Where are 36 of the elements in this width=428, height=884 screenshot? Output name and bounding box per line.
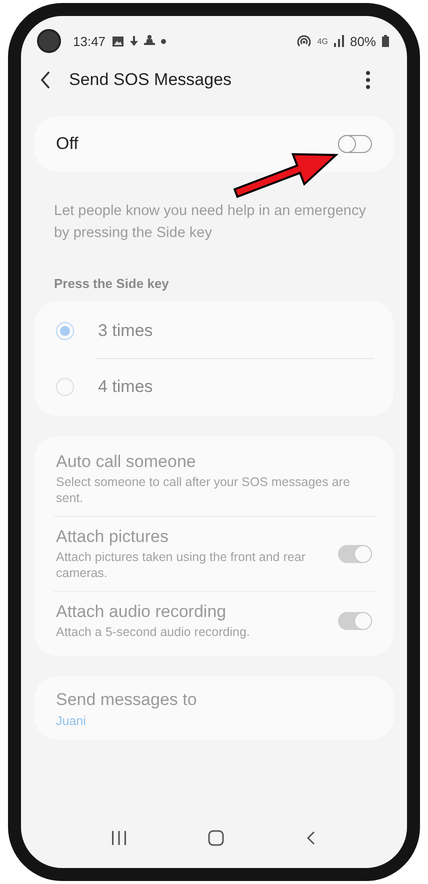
figure-icon [144, 35, 155, 47]
more-options-icon[interactable] [365, 70, 371, 90]
setting-title: Send messages to [56, 690, 198, 710]
toggle-switch[interactable] [338, 135, 372, 153]
page-title: Send SOS Messages [69, 70, 233, 90]
setting-description: Select someone to call after your SOS messages are sent. [56, 474, 351, 506]
status-time: 13:47 [73, 34, 106, 48]
setting-title[interactable]: Auto call someone [56, 452, 372, 472]
setting-title[interactable]: Attach pictures [56, 527, 326, 547]
section-heading: Press the Side key [53, 275, 170, 293]
toggle-switch[interactable] [338, 545, 372, 563]
option-label: 4 times [98, 376, 153, 396]
description-text: Let people know you need help in an emergency by pressing the Side key [54, 202, 367, 243]
master-switch-card[interactable]: Off [34, 116, 394, 172]
switch-label: Off [56, 134, 80, 154]
signal-icon [334, 35, 344, 47]
recipient-name: Juani [56, 714, 87, 728]
hotspot-icon [297, 34, 312, 48]
radio-button[interactable] [56, 322, 74, 340]
radio-button[interactable] [56, 378, 74, 396]
download-icon [130, 36, 138, 46]
recent-apps-icon[interactable] [111, 830, 128, 846]
battery-icon [382, 35, 389, 47]
back-icon[interactable] [304, 830, 317, 846]
recipients-card[interactable]: Send messages to Juani [34, 676, 394, 740]
setting-description: Attach pictures taken using the front and rear cameras. [56, 549, 306, 581]
option-label: 3 times [98, 320, 153, 340]
toggle-switch[interactable] [338, 612, 372, 630]
battery-level: 80% [350, 34, 376, 48]
image-icon [112, 36, 124, 46]
network-label: 4G [317, 36, 328, 46]
setting-title[interactable]: Attach audio recording [56, 602, 326, 622]
camera-icon [37, 29, 61, 53]
home-icon[interactable] [208, 830, 224, 846]
dot-icon [160, 38, 166, 44]
setting-description: Attach a 5-second audio recording. [56, 624, 251, 640]
